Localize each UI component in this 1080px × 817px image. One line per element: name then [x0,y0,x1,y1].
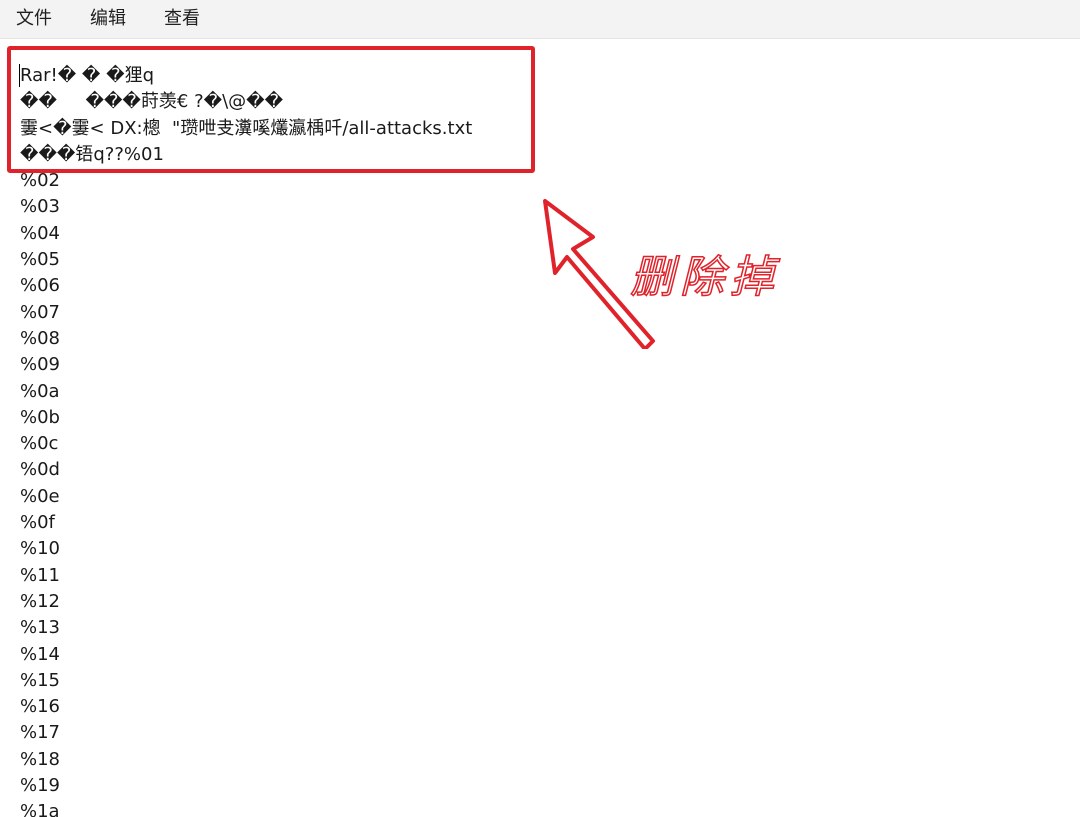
text-line: %03 [20,196,61,218]
text-line: %04 [20,222,61,244]
text-line: %15 [20,669,61,691]
text-line: %09 [20,354,61,376]
text-line: %10 [20,538,61,560]
text-line: %07 [20,301,61,323]
highlight-box [7,46,535,173]
text-line: %05 [20,249,61,271]
text-line: %0f [20,512,55,534]
text-line: %19 [20,775,61,797]
menu-edit[interactable]: 编辑 [90,0,126,38]
text-line: %16 [20,696,61,718]
menu-view[interactable]: 查看 [164,0,200,38]
text-line: %0e [20,485,60,507]
text-lines: Rar!� � �狸q �� ���莳羡€ ?�\@�� 霋<�霋< DX:樬 "瓒… [20,63,472,817]
text-line: %14 [20,643,61,665]
notepad-window: 文件 编辑 查看 Rar!� � �狸q �� ���莳羡€ ?�\@�� 霋<�霋… [0,0,1080,817]
text-line: %12 [20,590,61,612]
text-line: %18 [20,748,61,770]
menu-bar: 文件 编辑 查看 [0,0,1080,39]
text-line: %06 [20,275,61,297]
text-line: %0c [20,433,59,455]
text-line: %0d [20,459,60,481]
delete-annotation: 删除掉 [629,251,780,304]
menu-file[interactable]: 文件 [16,0,52,38]
text-line: %08 [20,327,61,349]
text-line: %0a [20,380,60,402]
text-line: %0b [20,406,60,428]
text-line: %1a [20,801,60,817]
text-line: %17 [20,722,61,744]
text-editor-area[interactable]: Rar!� � �狸q �� ���莳羡€ ?�\@�� 霋<�霋< DX:樬 "瓒… [0,39,1080,817]
text-line: %11 [20,564,61,586]
text-line: %13 [20,617,61,639]
